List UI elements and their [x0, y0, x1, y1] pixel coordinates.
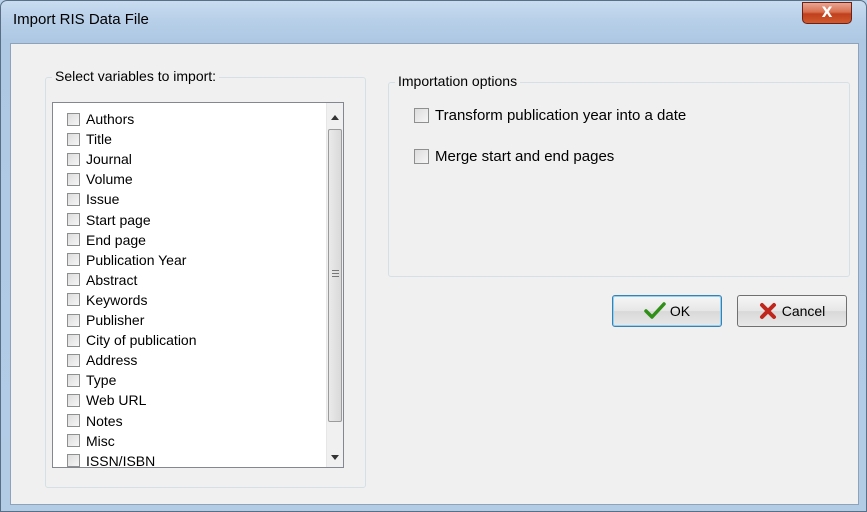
list-item-label: Misc — [86, 432, 115, 449]
list-item-label: Journal — [86, 151, 132, 168]
list-item-label: End page — [86, 231, 146, 248]
checkbox[interactable] — [67, 253, 80, 267]
list-item[interactable]: ISSN/ISBN — [67, 451, 156, 468]
list-item[interactable]: Authors — [67, 109, 134, 129]
list-item-label: Notes — [86, 412, 123, 429]
checkbox[interactable] — [67, 132, 80, 146]
list-item-label: ISSN/ISBN — [86, 452, 156, 468]
ok-button-label: OK — [669, 303, 691, 319]
close-icon: X — [821, 5, 833, 21]
vertical-scrollbar[interactable] — [326, 103, 343, 467]
scrollbar-grip-icon — [332, 270, 339, 279]
list-item[interactable]: Publication Year — [67, 250, 186, 270]
checkbox[interactable] — [67, 172, 80, 186]
list-item-label: Keywords — [86, 291, 148, 308]
list-item-label: Publication Year — [86, 251, 187, 268]
scroll-up-arrow-icon[interactable] — [331, 115, 339, 120]
option-merge-pages[interactable]: Merge start and end pages — [414, 148, 614, 165]
list-item-label: Abstract — [86, 271, 138, 288]
variables-listbox[interactable]: Authors Title Journal Volume Issue Start page… — [52, 102, 344, 468]
list-item-label: Volume — [86, 171, 133, 188]
list-item[interactable]: Journal — [67, 149, 132, 169]
list-item[interactable]: Volume — [67, 169, 133, 189]
checkbox[interactable] — [67, 373, 80, 387]
checkbox[interactable] — [414, 149, 429, 164]
list-item[interactable]: End page — [67, 230, 146, 250]
checkbox[interactable] — [67, 393, 80, 407]
list-item-label: Title — [86, 131, 112, 148]
close-button[interactable]: X — [802, 2, 852, 24]
list-item[interactable]: Start page — [67, 210, 151, 230]
list-item[interactable]: Issue — [67, 189, 119, 209]
list-item[interactable]: Type — [67, 370, 116, 390]
checkbox[interactable] — [67, 192, 80, 206]
list-item-label: Web URL — [86, 392, 147, 409]
scrollbar-thumb[interactable] — [328, 129, 342, 422]
option-label: Merge start and end pages — [435, 148, 615, 165]
list-item-label: Type — [86, 372, 117, 389]
cancel-button[interactable]: Cancel — [737, 295, 847, 327]
list-item[interactable]: Abstract — [67, 270, 137, 290]
importation-options-label: Importation options — [395, 73, 521, 89]
checkbox[interactable] — [67, 213, 80, 226]
scroll-down-arrow-icon[interactable] — [331, 455, 339, 460]
list-item[interactable]: City of publication — [67, 330, 197, 350]
list-item-label: Address — [86, 352, 138, 369]
list-item[interactable]: Publisher — [67, 310, 144, 330]
checkbox[interactable] — [67, 273, 80, 287]
checkbox[interactable] — [67, 414, 80, 427]
list-item-label: Publisher — [86, 312, 145, 328]
list-item-label: Start page — [86, 211, 151, 228]
list-item-label: City of publication — [86, 332, 197, 349]
list-item[interactable]: Notes — [67, 411, 123, 431]
list-item[interactable]: Title — [67, 129, 112, 149]
checkmark-icon — [644, 302, 666, 319]
variables-group-label: Select variables to import: — [52, 68, 220, 84]
checkbox[interactable] — [414, 108, 429, 123]
option-transform-year[interactable]: Transform publication year into a date — [414, 107, 686, 124]
list-item[interactable]: Address — [67, 350, 137, 370]
checkbox[interactable] — [67, 333, 80, 347]
checkbox[interactable] — [67, 293, 80, 307]
checkbox[interactable] — [67, 313, 80, 327]
window-title: Import RIS Data File — [13, 11, 149, 28]
option-label: Transform publication year into a date — [435, 107, 687, 124]
checkbox[interactable] — [67, 233, 80, 247]
list-item[interactable]: Keywords — [67, 290, 147, 310]
ok-button[interactable]: OK — [612, 295, 722, 327]
checkbox[interactable] — [67, 112, 80, 126]
list-item-label: Authors — [86, 111, 135, 127]
checkbox[interactable] — [67, 454, 80, 467]
cross-icon — [759, 303, 776, 319]
list-item[interactable]: Web URL — [67, 390, 146, 410]
list-item-label: Issue — [86, 191, 120, 208]
checkbox[interactable] — [67, 353, 80, 367]
checkbox[interactable] — [67, 434, 80, 448]
cancel-button-label: Cancel — [781, 303, 826, 319]
checkbox[interactable] — [67, 152, 80, 166]
list-item[interactable]: Misc — [67, 431, 115, 451]
